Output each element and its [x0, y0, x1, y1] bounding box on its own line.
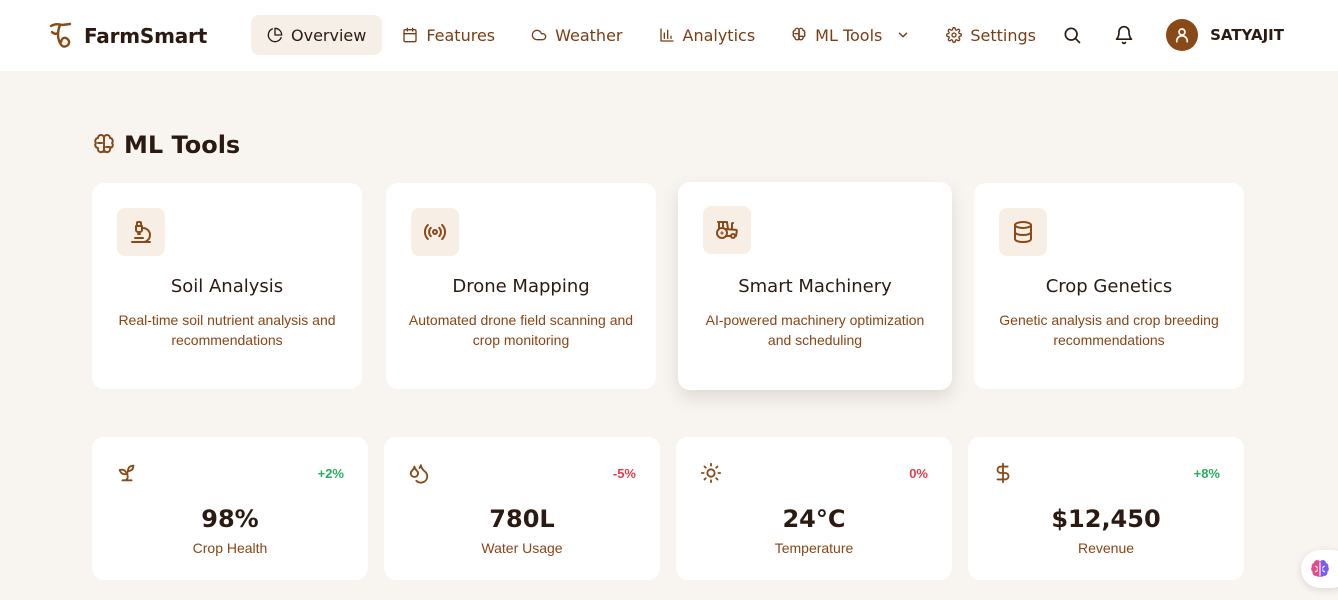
top-navbar: FarmSmart Overview Features Weather Anal… [0, 0, 1338, 71]
stat-change: 0% [909, 466, 928, 481]
database-icon [1014, 221, 1032, 243]
stat-card-water-usage: -5% 780L Water Usage [384, 437, 660, 580]
header-actions: SATYAJIT [1056, 19, 1284, 51]
stat-card-revenue: +8% $12,450 Revenue [968, 437, 1244, 580]
tool-description: Automated drone field scanning and crop … [408, 312, 634, 348]
stat-value: $12,450 [1051, 505, 1161, 533]
stat-value: 24°C [782, 505, 846, 533]
main-nav: Overview Features Weather Analytics ML T… [251, 15, 1052, 55]
section-title: ML Tools [124, 131, 241, 159]
nav-item-analytics[interactable]: Analytics [643, 15, 772, 55]
user-menu[interactable]: SATYAJIT [1166, 19, 1284, 51]
nav-label: Weather [555, 25, 623, 45]
nav-label: Settings [970, 25, 1036, 45]
user-icon [1176, 28, 1189, 43]
tool-icon-badge [117, 208, 165, 256]
tractor-icon [716, 221, 738, 239]
tool-title: Drone Mapping [452, 276, 590, 297]
cloud-icon [531, 29, 547, 41]
sprout-logo-icon [49, 22, 72, 48]
nav-item-settings[interactable]: Settings [930, 15, 1052, 55]
nav-item-features[interactable]: Features [386, 15, 511, 55]
tool-title: Smart Machinery [738, 276, 892, 297]
notifications-button[interactable] [1108, 19, 1140, 51]
section-header: ML Tools [92, 131, 240, 159]
stat-change: -5% [612, 466, 636, 481]
chevron-down-icon [899, 32, 908, 38]
ai-assistant-button[interactable] [1301, 550, 1338, 588]
bell-icon [1115, 25, 1133, 45]
stat-card-temperature: 0% 24°C Temperature [676, 437, 952, 580]
brain-icon [94, 134, 114, 154]
tool-icon-badge [703, 206, 751, 254]
tool-description: Genetic analysis and crop breeding recom… [999, 312, 1219, 348]
tool-icon-badge [999, 208, 1047, 256]
droplets-icon [409, 464, 429, 484]
stat-card-crop-health: +2% 98% Crop Health [92, 437, 368, 580]
bar-chart-icon [659, 28, 674, 42]
stat-label: Crop Health [192, 540, 268, 556]
nav-label: ML Tools [815, 25, 883, 45]
stat-label: Temperature [774, 540, 854, 556]
calendar-icon [403, 27, 417, 43]
nav-item-weather[interactable]: Weather [515, 15, 638, 55]
microscope-icon [131, 221, 151, 243]
avatar [1166, 19, 1199, 51]
sun-icon [700, 462, 722, 484]
nav-label: Features [426, 25, 496, 45]
search-icon [1064, 27, 1081, 44]
stat-label: Water Usage [481, 540, 563, 556]
tool-card-crop-genetics[interactable]: Crop Genetics Genetic analysis and crop … [974, 183, 1244, 389]
tool-title: Soil Analysis [170, 276, 284, 297]
brain-icon [1311, 560, 1329, 577]
tool-card-smart-machinery[interactable]: Smart Machinery AI-powered machinery opt… [678, 182, 952, 390]
stat-change: +2% [317, 466, 344, 481]
nav-label: Overview [291, 25, 367, 45]
gear-icon [946, 27, 963, 43]
pie-chart-icon [267, 27, 283, 43]
tool-card-soil-analysis[interactable]: Soil Analysis Real-time soil nutrient an… [92, 183, 362, 389]
nav-label: Analytics [682, 25, 756, 45]
stat-value: 98% [201, 505, 259, 533]
stat-change: +8% [1193, 466, 1220, 481]
nav-item-ml-tools[interactable]: ML Tools [775, 15, 926, 55]
brand-name: FarmSmart [84, 24, 208, 48]
tool-icon-badge [411, 208, 459, 256]
tool-title: Crop Genetics [1045, 276, 1173, 297]
stat-label: Revenue [1077, 540, 1135, 556]
stat-value: 780L [489, 505, 555, 533]
dollar-icon [996, 462, 1010, 484]
sprout-icon [118, 464, 135, 482]
user-name: SATYAJIT [1210, 26, 1284, 44]
radio-signal-icon [423, 223, 447, 241]
brand-logo[interactable]: FarmSmart [48, 20, 207, 52]
tool-description: Real-time soil nutrient analysis and rec… [118, 312, 336, 348]
search-button[interactable] [1056, 19, 1088, 51]
tool-description: AI-powered machinery optimization and sc… [705, 312, 925, 348]
nav-item-overview[interactable]: Overview [251, 15, 383, 55]
brain-icon [792, 27, 806, 41]
tool-card-drone-mapping[interactable]: Drone Mapping Automated drone field scan… [386, 183, 656, 389]
